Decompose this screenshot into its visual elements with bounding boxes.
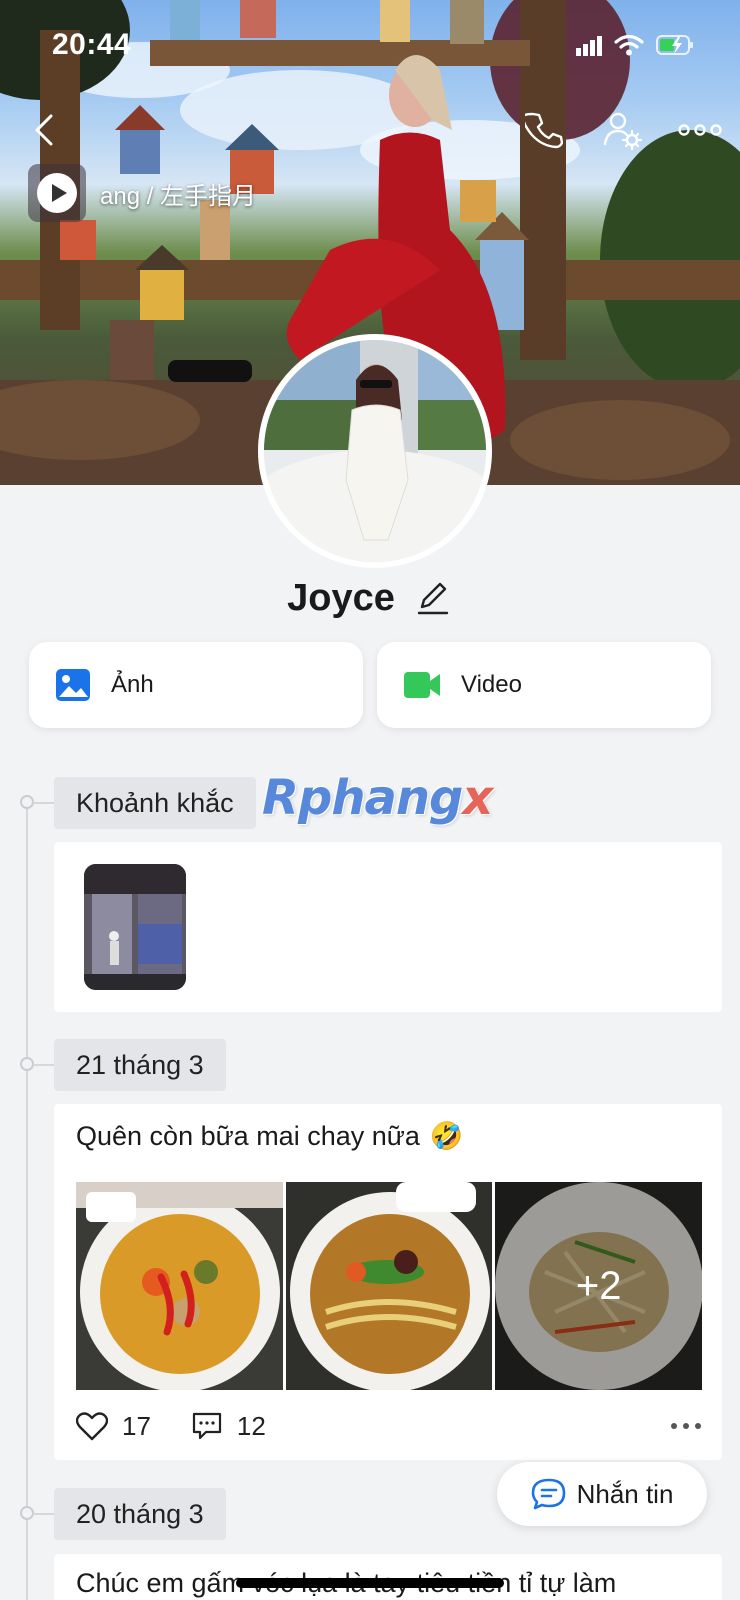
more-photos-count: +2 bbox=[495, 1182, 703, 1390]
post-text: Quên còn bữa mai chay nữa 🤣 bbox=[76, 1120, 464, 1153]
timeline-line bbox=[26, 803, 28, 1600]
timeline-dot bbox=[20, 1506, 34, 1520]
profile-settings-button[interactable] bbox=[592, 100, 652, 160]
post-photo[interactable] bbox=[76, 1182, 283, 1390]
home-indicator bbox=[236, 1578, 504, 1588]
play-icon bbox=[37, 173, 77, 213]
status-icons bbox=[576, 34, 696, 56]
profile-music[interactable]: ang / 左手指月 bbox=[28, 164, 270, 222]
moment-thumbnail[interactable] bbox=[84, 864, 186, 990]
more-icon bbox=[671, 1423, 701, 1429]
photos-label: Ảnh bbox=[111, 671, 154, 698]
watermark: Rphangx bbox=[262, 770, 493, 826]
status-bar: 20:44 bbox=[0, 0, 740, 90]
photos-button[interactable]: Ảnh bbox=[29, 642, 363, 728]
post-date-chip: 20 tháng 3 bbox=[54, 1488, 226, 1540]
moments-chip: Khoảnh khắc bbox=[54, 777, 256, 829]
moments-card bbox=[54, 842, 722, 1012]
video-button[interactable]: Video bbox=[377, 642, 711, 728]
call-button[interactable] bbox=[514, 100, 574, 160]
back-button[interactable] bbox=[14, 100, 74, 160]
watermark-text: Rphang bbox=[262, 770, 463, 826]
video-camera-icon bbox=[404, 672, 440, 698]
post-card[interactable]: Chúc em gấm vóc lụa là tay tiêu tiền tỉ … bbox=[54, 1554, 722, 1600]
cellular-signal-icon bbox=[576, 36, 602, 56]
user-settings-icon bbox=[603, 112, 642, 150]
timeline-dot bbox=[20, 795, 34, 809]
comment-button[interactable]: 12 bbox=[191, 1411, 266, 1442]
battery-icon bbox=[656, 35, 693, 55]
phone-icon bbox=[525, 112, 563, 149]
timeline-dot bbox=[20, 1057, 34, 1071]
profile-name-row: Joyce bbox=[0, 568, 740, 628]
video-label: Video bbox=[461, 671, 522, 698]
heart-icon bbox=[76, 1412, 108, 1441]
edit-name-button[interactable] bbox=[413, 578, 453, 618]
moment-image bbox=[84, 864, 186, 990]
back-icon bbox=[35, 114, 53, 146]
profile-page: 20:44 ang / 左手指月 Joyce Ảnh Video Khoảnh … bbox=[0, 0, 740, 1600]
top-nav bbox=[0, 100, 740, 160]
post-date-chip: 21 tháng 3 bbox=[54, 1039, 226, 1091]
avatar-image bbox=[264, 340, 486, 562]
post-emoji: 🤣 bbox=[429, 1121, 464, 1152]
post-photo-more[interactable]: +2 bbox=[495, 1182, 703, 1390]
profile-name: Joyce bbox=[287, 576, 395, 619]
post-more-button[interactable] bbox=[670, 1422, 702, 1430]
post-card[interactable]: Quên còn bữa mai chay nữa 🤣 +2 17 12 bbox=[54, 1104, 722, 1460]
post-text-content: Quên còn bữa mai chay nữa bbox=[76, 1120, 420, 1151]
comment-count: 12 bbox=[236, 1410, 266, 1441]
more-icon bbox=[678, 124, 722, 136]
like-count: 17 bbox=[122, 1410, 151, 1441]
like-button[interactable]: 17 bbox=[76, 1411, 151, 1442]
post-photo[interactable] bbox=[285, 1182, 493, 1390]
image-icon bbox=[56, 669, 90, 701]
noodle-soup-photo bbox=[285, 1182, 493, 1390]
message-label: Nhắn tin bbox=[576, 1478, 674, 1509]
more-options-button[interactable] bbox=[670, 100, 730, 160]
comment-icon bbox=[192, 1412, 222, 1440]
watermark-accent: x bbox=[462, 770, 493, 826]
post-photos: +2 bbox=[76, 1182, 703, 1390]
edit-icon bbox=[417, 582, 449, 615]
curry-photo bbox=[76, 1182, 283, 1390]
wifi-icon bbox=[614, 34, 644, 56]
status-time: 20:44 bbox=[52, 28, 132, 61]
music-title: ang / 左手指月 bbox=[100, 182, 257, 210]
message-button[interactable]: Nhắn tin bbox=[497, 1462, 707, 1526]
chat-icon bbox=[531, 1478, 565, 1510]
music-play-button[interactable] bbox=[28, 164, 86, 222]
avatar[interactable] bbox=[258, 334, 492, 568]
post-actions: 17 12 bbox=[76, 1404, 702, 1448]
